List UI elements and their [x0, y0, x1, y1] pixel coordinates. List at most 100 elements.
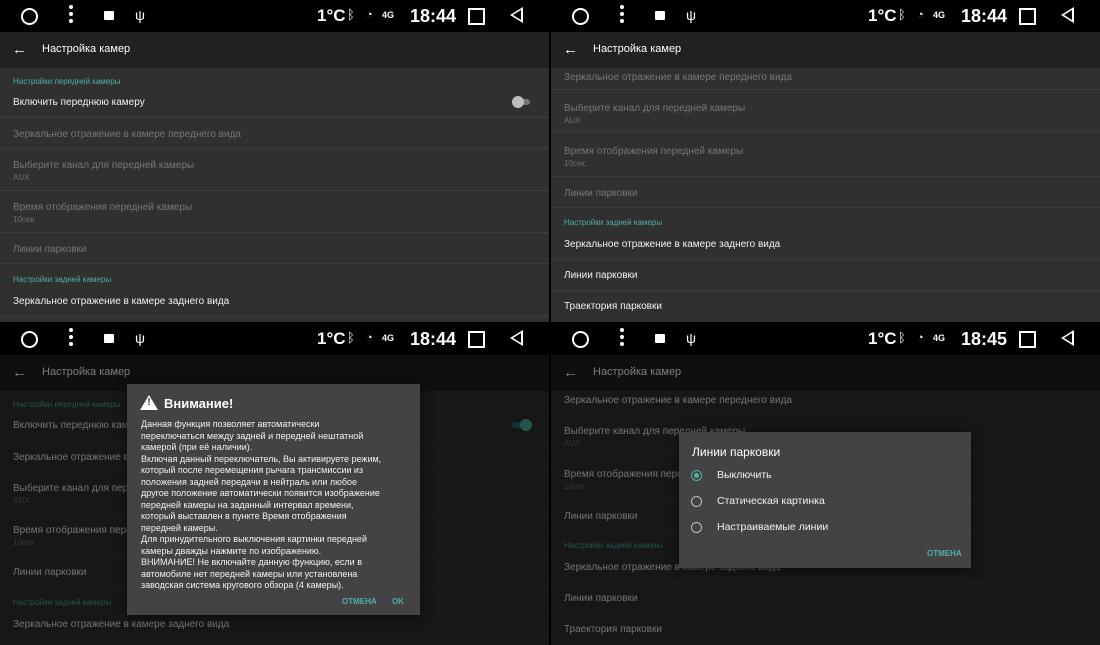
- warning-dialog: ! Внимание! Данная функция позволяет авт…: [127, 384, 420, 615]
- row-title: Линии парковки: [13, 244, 87, 255]
- arrow-back-icon[interactable]: ←: [563, 41, 578, 58]
- temperature: 1°C: [317, 6, 346, 25]
- usb-icon: ψ: [686, 7, 696, 23]
- back-triangle-icon[interactable]: [1061, 330, 1074, 346]
- section-header-rear: Настройки задней камеры: [13, 275, 112, 284]
- parking-lines-rear-row[interactable]: Линии парковки: [551, 260, 1100, 291]
- page-title: Настройка камер: [593, 43, 682, 55]
- app-bar: ← Настройка камер: [551, 32, 1100, 68]
- home-circle-icon[interactable]: [572, 331, 589, 348]
- back-triangle-icon[interactable]: [510, 330, 523, 346]
- option-label: Выключить: [717, 469, 772, 481]
- mirror-rear-row[interactable]: Зеркальное отражение в камере заднего ви…: [551, 229, 1100, 260]
- radio-selected-icon[interactable]: [691, 470, 702, 481]
- mirror-front-row: Зеркальное отражение в камере переднего …: [0, 118, 549, 149]
- radio-unselected-icon[interactable]: [691, 496, 702, 507]
- dialog-title: Линии парковки: [692, 445, 781, 459]
- row-title: Зеркальное отражение в камере заднего ви…: [564, 239, 781, 250]
- signal-icon: 4G: [382, 10, 395, 20]
- row-title: Выберите канал для передней камеры: [564, 103, 746, 114]
- section-header-front: Настройки передней камеры: [13, 77, 121, 86]
- image-icon: [104, 334, 114, 343]
- overflow-menu-icon[interactable]: [69, 328, 73, 349]
- screen-panel-3: ψ 1°C ᛒ ◔ 4G 18:44 ← Настройка камер Нас…: [0, 323, 549, 645]
- wifi-icon: ◔: [917, 9, 924, 21]
- clock: 18:45: [961, 329, 1008, 349]
- time-front-row: Время отображения передней камеры 10сек.: [551, 132, 1100, 177]
- usb-icon: ψ: [135, 7, 145, 23]
- home-circle-icon[interactable]: [21, 8, 38, 25]
- bluetooth-icon: ᛒ: [898, 7, 906, 22]
- screen-panel-4: ψ 1°C ᛒ ◔ 4G 18:45 ← Настройка камер Зер…: [551, 323, 1100, 645]
- option-static-image[interactable]: Статическая картинка: [691, 493, 951, 513]
- row-summary: AUX: [13, 173, 30, 182]
- ok-button[interactable]: OK: [392, 597, 404, 606]
- signal-icon: 4G: [382, 333, 395, 343]
- home-circle-icon[interactable]: [572, 8, 589, 25]
- recents-square-icon[interactable]: [468, 8, 485, 25]
- image-icon: [104, 11, 114, 20]
- dialog-title: Внимание!: [164, 396, 234, 411]
- image-icon: [655, 334, 665, 343]
- row-summary: AUX: [564, 116, 581, 125]
- trajectory-row[interactable]: Траектория парковки: [551, 291, 1100, 321]
- clock: 18:44: [410, 6, 457, 26]
- mirror-rear-row[interactable]: Зеркальное отражение в камере заднего ви…: [0, 286, 549, 317]
- arrow-back-icon[interactable]: ←: [12, 41, 27, 58]
- overflow-menu-icon[interactable]: [620, 328, 624, 349]
- time-front-row: Время отображения передней камеры 10сек.: [0, 191, 549, 233]
- screen-panel-2: ψ 1°C ᛒ ◔ 4G 18:44 ← Настройка камер Зер…: [551, 0, 1100, 322]
- cancel-button[interactable]: ОТМЕНА: [927, 549, 962, 558]
- status-bar: ψ 1°C ᛒ ◔ 4G 18:44: [0, 323, 549, 355]
- temperature: 1°C: [317, 329, 346, 348]
- row-title: Траектория парковки: [564, 301, 662, 312]
- row-title: Линии парковки: [564, 270, 638, 281]
- option-label: Настраиваемые линии: [717, 521, 829, 533]
- temperature: 1°C: [868, 6, 897, 25]
- enable-front-camera-row[interactable]: Включить переднюю камеру: [0, 87, 549, 118]
- temperature: 1°C: [868, 329, 897, 348]
- status-bar: ψ 1°C ᛒ ◔ 4G 18:44: [551, 0, 1100, 32]
- page-title: Настройка камер: [42, 43, 131, 55]
- option-custom-lines[interactable]: Настраиваемые линии: [691, 519, 951, 539]
- wifi-icon: ◔: [917, 332, 924, 344]
- usb-icon: ψ: [686, 330, 696, 346]
- row-title: Зеркальное отражение в камере переднего …: [13, 129, 241, 140]
- cancel-button[interactable]: ОТМЕНА: [342, 597, 377, 606]
- wifi-icon: ◔: [366, 9, 373, 21]
- back-triangle-icon[interactable]: [510, 7, 523, 23]
- row-title: Зеркальное отражение в камере заднего ви…: [13, 296, 230, 307]
- usb-icon: ψ: [135, 330, 145, 346]
- overflow-menu-icon[interactable]: [620, 5, 624, 26]
- image-icon: [655, 11, 665, 20]
- home-circle-icon[interactable]: [21, 331, 38, 348]
- recents-square-icon[interactable]: [1019, 8, 1036, 25]
- overflow-menu-icon[interactable]: [69, 5, 73, 26]
- screen-panel-1: ψ 1°C ᛒ ◔ 4G 18:44 ← Настройка камер Нас…: [0, 0, 549, 322]
- parking-lines-front-row: Линии парковки: [551, 177, 1100, 208]
- section-header-rear: Настройки задней камеры: [564, 218, 663, 227]
- back-triangle-icon[interactable]: [1061, 7, 1074, 23]
- bluetooth-icon: ᛒ: [347, 7, 355, 22]
- bluetooth-icon: ᛒ: [898, 330, 906, 345]
- row-summary: 10сек.: [13, 215, 37, 224]
- status-bar: ψ 1°C ᛒ ◔ 4G 18:44: [0, 0, 549, 32]
- recents-square-icon[interactable]: [468, 331, 485, 348]
- parking-lines-front-row: Линии парковки: [0, 233, 549, 264]
- radio-unselected-icon[interactable]: [691, 522, 702, 533]
- row-title: Включить переднюю камеру: [13, 97, 145, 108]
- row-title: Время отображения передней камеры: [564, 146, 744, 157]
- channel-front-row: Выберите канал для передней камеры AUX: [0, 149, 549, 191]
- option-off[interactable]: Выключить: [691, 467, 951, 487]
- dialog-message: Данная функция позволяет автоматически п…: [141, 419, 382, 590]
- row-title: Время отображения передней камеры: [13, 202, 193, 213]
- row-summary: 10сек.: [564, 159, 588, 168]
- enable-front-camera-toggle[interactable]: [512, 96, 530, 108]
- signal-icon: 4G: [933, 333, 946, 343]
- recents-square-icon[interactable]: [1019, 331, 1036, 348]
- signal-icon: 4G: [933, 10, 946, 20]
- row-title: Зеркальное отражение в камере переднего …: [564, 72, 792, 83]
- option-label: Статическая картинка: [717, 495, 825, 507]
- row-title: Линии парковки: [564, 188, 638, 199]
- channel-front-row: Выберите канал для передней камеры AUX: [551, 90, 1100, 132]
